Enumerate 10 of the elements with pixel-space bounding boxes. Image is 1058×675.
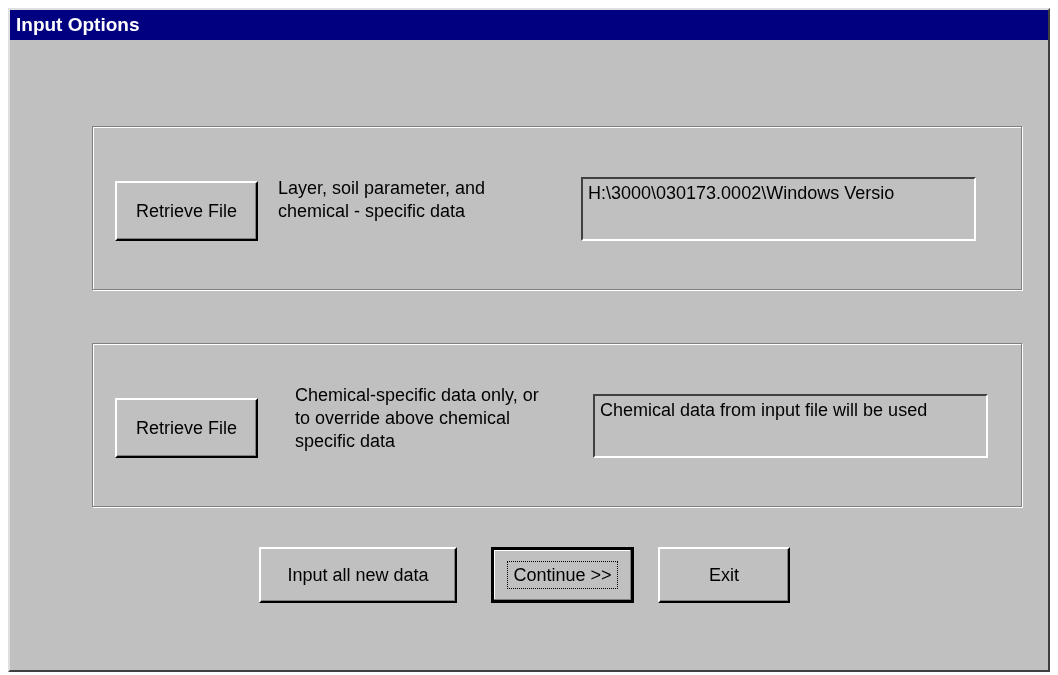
file-path-field[interactable]: H:\3000\030173.0002\Windows Versio <box>581 177 976 241</box>
dialog-button[interactable]: Continue >> <box>491 547 634 603</box>
description-text: Layer, soil parameter, and chemical - specific data <box>278 177 487 223</box>
file-path-field[interactable]: Chemical data from input file will be used <box>593 394 988 458</box>
description-text: Chemical-specific data only, or to override above chemical specific data <box>295 384 540 453</box>
retrieve-file-button[interactable]: Retrieve File <box>115 181 258 241</box>
dialog-button[interactable]: Exit <box>658 547 790 603</box>
retrieve-file-button[interactable]: Retrieve File <box>115 398 258 458</box>
window-title: Input Options <box>10 10 1048 40</box>
dialog-button[interactable]: Input all new data <box>259 547 457 603</box>
